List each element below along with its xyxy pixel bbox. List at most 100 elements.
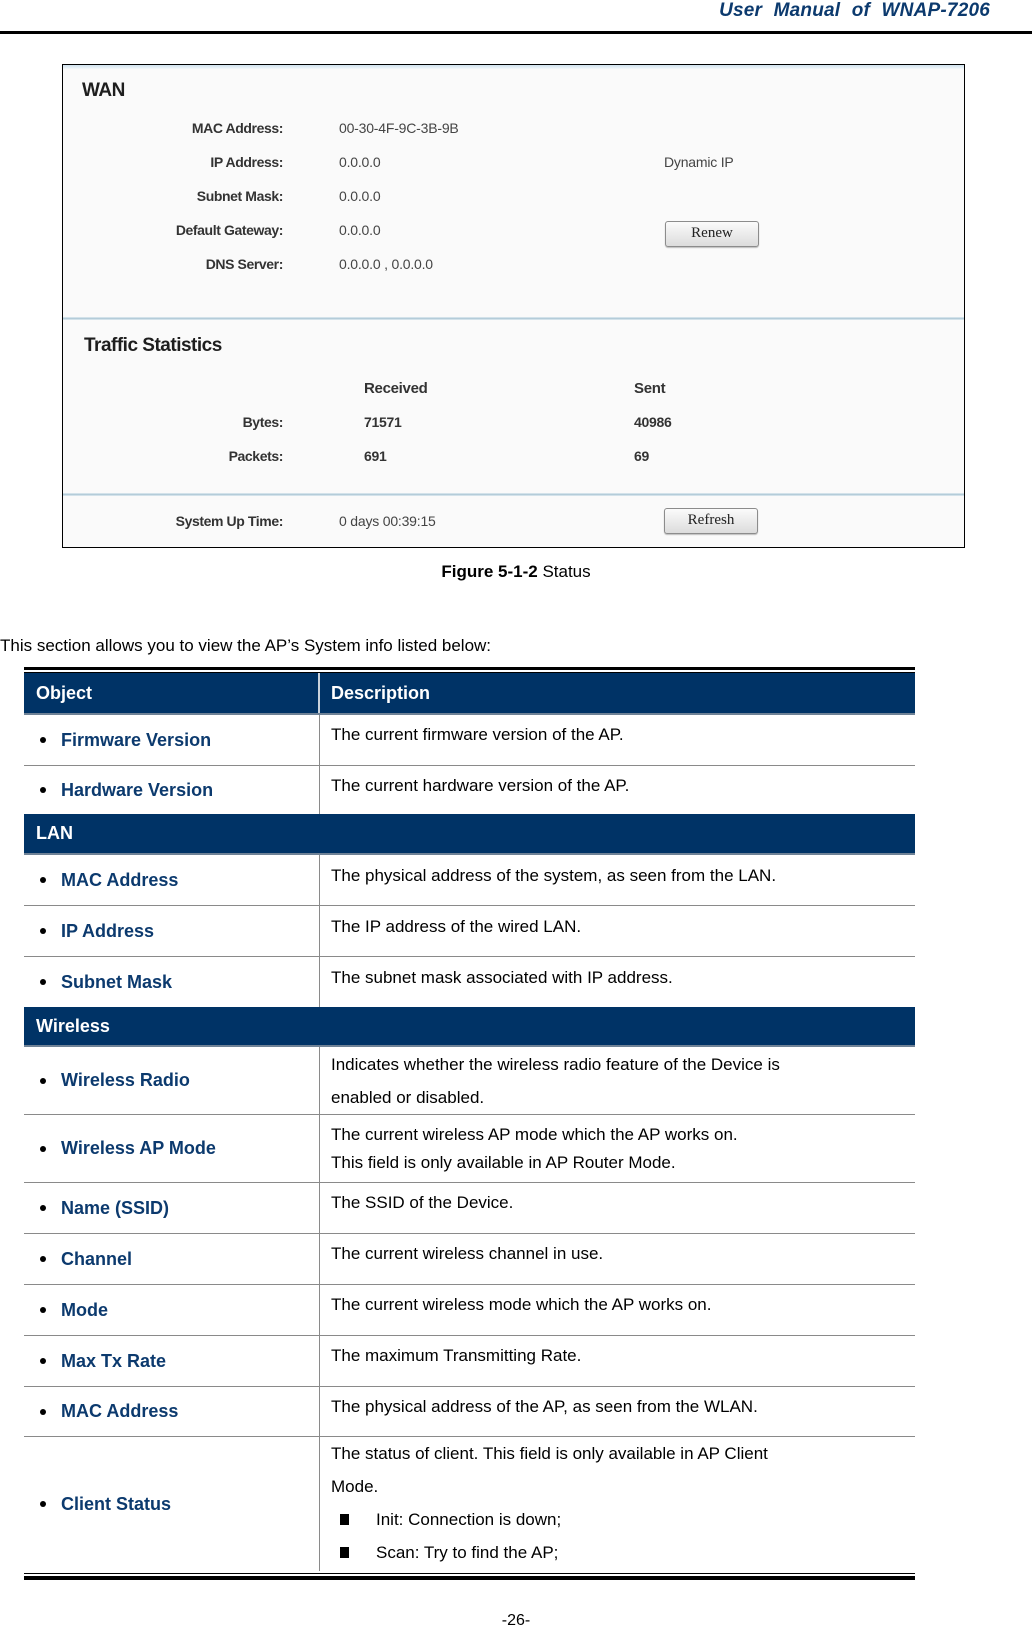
object-description: enabled or disabled. — [331, 1087, 485, 1107]
square-bullet-icon — [340, 1514, 349, 1526]
bullet-icon — [40, 877, 46, 883]
status-bullet: Scan: Try to find the AP; — [331, 1536, 915, 1569]
bullet-icon — [40, 1501, 46, 1507]
traffic-title: Traffic Statistics — [84, 335, 222, 356]
header-rule — [0, 31, 1032, 34]
section-divider — [63, 493, 964, 496]
object-name: Subnet Mask — [61, 971, 173, 992]
wan-ip-label: IP Address: — [210, 154, 283, 170]
object-name: Firmware Version — [61, 729, 212, 750]
wan-dns-label: DNS Server: — [205, 256, 284, 272]
object-description: Mode. — [331, 1477, 379, 1496]
running-header: User Manual of WNAP-7206 — [719, 0, 990, 21]
table-row: Name (SSID) The SSID of the Device. — [24, 1183, 915, 1234]
object-description: This field is only available in AP Route… — [331, 1152, 676, 1172]
table-row: Mode The current wireless mode which the… — [24, 1285, 915, 1336]
bullet-icon — [40, 1358, 46, 1364]
table-row: Max Tx Rate The maximum Transmitting Rat… — [24, 1336, 915, 1387]
bytes-received: 71571 — [364, 414, 402, 430]
object-description: The SSID of the Device. — [331, 1193, 514, 1212]
object-name: Mode — [61, 1299, 108, 1320]
wan-ip-type: Dynamic IP — [664, 154, 734, 170]
wan-subnet-label: Subnet Mask: — [196, 188, 284, 204]
table-top-rule — [24, 667, 915, 670]
object-description: Indicates whether the wireless radio fea… — [331, 1054, 780, 1074]
wan-gateway-label: Default Gateway: — [175, 222, 284, 238]
table-row: Hardware Version The current hardware ve… — [24, 766, 915, 814]
table-row: Channel The current wireless channel in … — [24, 1234, 915, 1285]
table-row: Client Status The status of client. This… — [24, 1437, 915, 1571]
bytes-sent: 40986 — [634, 414, 672, 430]
object-description: The current wireless mode which the AP w… — [331, 1295, 712, 1314]
table-bottom-rule — [24, 1576, 915, 1580]
header-description: Description — [331, 682, 431, 703]
table-header-row: Object Description — [24, 673, 915, 715]
bullet-icon — [40, 979, 46, 985]
object-name: Client Status — [61, 1493, 172, 1514]
object-description: The physical address of the AP, as seen … — [331, 1397, 758, 1416]
renew-button[interactable]: Renew — [665, 221, 759, 247]
intro-paragraph: This section allows you to view the AP’s… — [0, 636, 492, 655]
object-description: The status of client. This field is only… — [331, 1444, 768, 1463]
wan-gateway-value: 0.0.0.0 — [339, 222, 381, 238]
bytes-label: Bytes: — [242, 414, 284, 430]
uptime-value: 0 days 00:39:15 — [339, 513, 436, 529]
object-description: The current wireless channel in use. — [331, 1244, 604, 1263]
object-name: Max Tx Rate — [61, 1350, 167, 1371]
wan-mac-value: 00-30-4F-9C-3B-9B — [339, 120, 459, 136]
bullet-icon — [40, 1256, 46, 1262]
refresh-button[interactable]: Refresh — [664, 508, 758, 534]
object-description: The current hardware version of the AP. — [331, 776, 630, 795]
wan-title: WAN — [82, 80, 125, 101]
object-name: MAC Address — [61, 1401, 179, 1421]
caption-text: Status — [537, 562, 591, 581]
object-name: Name (SSID) — [61, 1197, 170, 1218]
bullet-icon — [40, 787, 46, 793]
bullet-icon — [40, 1408, 46, 1415]
bullet-icon — [40, 1145, 46, 1152]
object-name: Wireless Radio — [61, 1070, 190, 1090]
section-divider — [63, 317, 964, 320]
group-header-wireless: Wireless — [24, 1007, 915, 1047]
bullet-icon — [40, 1307, 46, 1313]
object-description: The current wireless AP mode which the A… — [331, 1124, 738, 1144]
object-description: The current firmware version of the AP. — [331, 725, 624, 744]
packets-sent: 69 — [634, 448, 649, 464]
status-figure: WAN MAC Address: 00-30-4F-9C-3B-9B IP Ad… — [62, 64, 965, 548]
table-row: Firmware Version The current firmware ve… — [24, 715, 915, 766]
received-header: Received — [364, 380, 428, 397]
square-bullet-icon — [340, 1547, 349, 1559]
caption-number: Figure 5-1-2 — [441, 562, 538, 581]
sent-header: Sent — [634, 380, 666, 397]
wan-mac-label: MAC Address: — [191, 120, 284, 136]
bullet-icon — [40, 1077, 46, 1084]
page-number: -26- — [501, 1612, 531, 1629]
bullet-icon — [40, 737, 46, 743]
table-row: Wireless AP Mode The current wireless AP… — [24, 1115, 915, 1183]
bullet-icon — [40, 928, 46, 934]
object-name: MAC Address — [61, 869, 179, 890]
packets-label: Packets: — [228, 448, 284, 464]
object-description: The physical address of the system, as s… — [331, 866, 777, 885]
system-info-table: Object Description Firmware Version The … — [24, 667, 915, 1580]
wan-dns-value: 0.0.0.0 , 0.0.0.0 — [339, 256, 433, 272]
object-description: The maximum Transmitting Rate. — [331, 1346, 582, 1365]
object-name: Hardware Version — [61, 779, 214, 800]
object-name: IP Address — [61, 920, 155, 941]
table-row: Subnet Mask The subnet mask associated w… — [24, 957, 915, 1007]
wan-ip-value: 0.0.0.0 — [339, 154, 381, 170]
table-row: Wireless Radio Indicates whether the wir… — [24, 1047, 915, 1115]
bullet-icon — [40, 1205, 46, 1211]
uptime-label: System Up Time: — [175, 513, 284, 529]
group-header-lan: LAN — [24, 814, 915, 855]
table-bottom-rule-thin — [24, 1573, 915, 1574]
status-bullet: Init: Connection is down; — [331, 1503, 915, 1536]
table-row: MAC Address The physical address of the … — [24, 855, 915, 906]
packets-received: 691 — [364, 448, 387, 464]
object-description: The subnet mask associated with IP addre… — [331, 968, 673, 987]
object-name: Channel — [61, 1248, 133, 1269]
table-row: IP Address The IP address of the wired L… — [24, 906, 915, 957]
figure-top-bar — [63, 65, 964, 69]
object-name: Wireless AP Mode — [61, 1138, 216, 1158]
table-row: MAC Address The physical address of the … — [24, 1387, 915, 1437]
